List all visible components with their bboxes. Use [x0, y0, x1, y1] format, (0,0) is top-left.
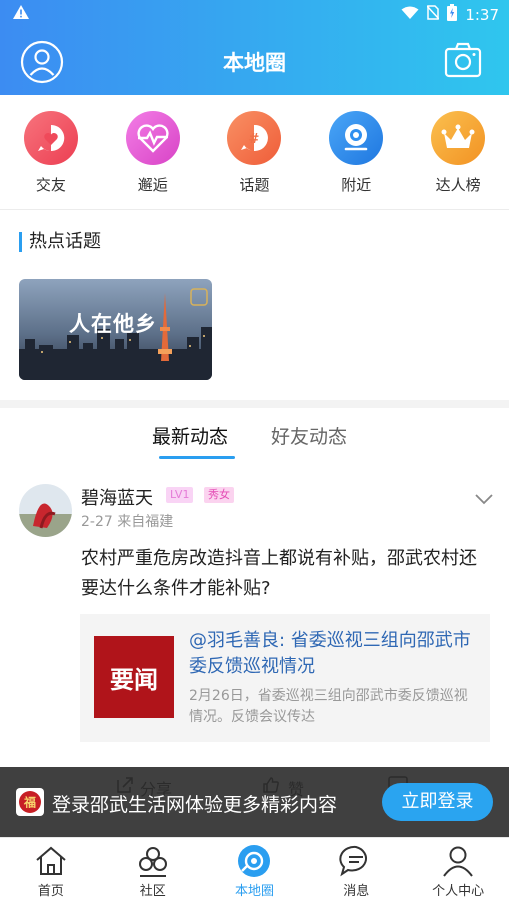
login-banner: 福 登录邵武生活网体验更多精彩内容 立即登录 [0, 767, 509, 837]
tab-latest[interactable]: 最新动态 [152, 422, 228, 449]
shared-news-card[interactable]: 要闻 @羽毛善良: 省委巡视三组向邵武市委反馈巡视情况 2月26日，省委巡视三组… [80, 614, 490, 742]
nav-home[interactable]: 首页 [0, 838, 102, 904]
heart-chat-icon [23, 111, 78, 165]
nav-label: 社区 [139, 884, 166, 899]
status-time: 1:37 [465, 5, 499, 24]
local-circle-icon [204, 843, 306, 879]
location-icon [329, 111, 384, 165]
crown-icon [431, 111, 486, 165]
post-username[interactable]: 碧海蓝天 [81, 484, 153, 510]
category-leaderboard[interactable]: 达人榜 [407, 95, 509, 209]
post-content: 农村严重危房改造抖音上都说有补贴，邵武农村还要达什么条件才能补贴? [81, 548, 477, 599]
person-icon [407, 843, 509, 879]
login-prompt-text: 登录邵武生活网体验更多精彩内容 [52, 794, 338, 816]
category-label: 交友 [35, 176, 66, 194]
community-icon [102, 843, 204, 879]
topic-card-title: 人在他乡 [69, 311, 157, 336]
camera-icon [444, 42, 482, 78]
bottom-navigation: 首页 社区 本地圈 消息 个人中心 [0, 837, 509, 904]
status-bar: 1:37 [0, 0, 509, 30]
avatar[interactable] [19, 484, 72, 537]
post-meta: 2-27 来自福建 [81, 514, 174, 530]
hashtag-icon: # [227, 111, 282, 165]
category-friends[interactable]: 交友 [0, 95, 102, 209]
warning-icon [12, 4, 30, 24]
no-sim-icon [426, 5, 440, 24]
category-row: 交友 邂逅 # 话题 附近 达人榜 [0, 95, 509, 209]
chevron-down-icon[interactable] [475, 490, 493, 509]
nav-label: 消息 [343, 884, 370, 899]
category-encounter[interactable]: 邂逅 [102, 95, 204, 209]
nav-label: 本地圈 [234, 884, 274, 899]
active-tab-indicator [159, 456, 235, 459]
nav-community[interactable]: 社区 [102, 838, 204, 904]
category-label: 邂逅 [137, 176, 168, 194]
topic-card[interactable]: 人在他乡 [19, 279, 212, 380]
camera-button[interactable] [443, 40, 487, 84]
level-badge: LV1 [166, 487, 194, 503]
heartbeat-icon [125, 111, 180, 165]
title-badge: 秀女 [204, 487, 234, 503]
nav-messages[interactable]: 消息 [305, 838, 407, 904]
news-title: @羽毛善良: 省委巡视三组向邵武市委反馈巡视情况 [189, 630, 471, 677]
hot-topics-title: 热点话题 [19, 232, 101, 252]
category-label: 附近 [341, 176, 372, 194]
nav-profile[interactable]: 个人中心 [407, 838, 509, 904]
category-nearby[interactable]: 附近 [305, 95, 407, 209]
app-header: 1:37 本地圈 [0, 0, 509, 95]
category-label: 话题 [239, 176, 270, 194]
news-thumbnail: 要闻 [94, 636, 174, 718]
app-logo-icon: 福 [16, 788, 44, 816]
divider [0, 209, 509, 210]
battery-icon [447, 4, 458, 25]
feed-tabs: 最新动态 好友动态 [0, 408, 509, 466]
login-button[interactable]: 立即登录 [382, 783, 493, 821]
svg-text:#: # [249, 132, 260, 147]
news-description: 2月26日，省委巡视三组向邵武市委反馈巡视情况。反馈会议传达 [189, 688, 468, 725]
message-icon [305, 843, 407, 879]
category-topics[interactable]: # 话题 [204, 95, 306, 209]
category-label: 达人榜 [435, 176, 481, 194]
wifi-icon [401, 6, 419, 24]
tab-friends[interactable]: 好友动态 [271, 422, 347, 449]
page-title: 本地圈 [223, 51, 286, 75]
nav-local-circle[interactable]: 本地圈 [204, 838, 306, 904]
home-icon [0, 843, 102, 879]
nav-label: 首页 [37, 884, 64, 899]
svg-text:福: 福 [23, 795, 36, 810]
nav-label: 个人中心 [432, 884, 485, 899]
section-divider [0, 400, 509, 408]
